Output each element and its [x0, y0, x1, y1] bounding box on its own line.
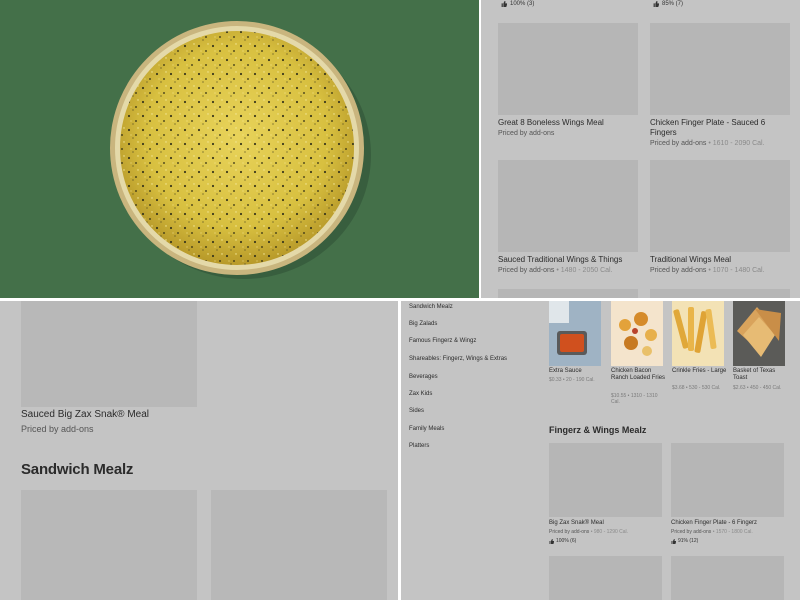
menu-item-price: Priced by add-ons • 1570 - 1800 Cal. — [671, 529, 753, 535]
menu-item-price: Priced by add-ons • 1070 - 1480 Cal. — [650, 267, 765, 274]
menu-item-image[interactable] — [671, 556, 784, 600]
menu-item-price: Priced by add-ons — [21, 424, 94, 434]
menu-item-image[interactable] — [650, 289, 790, 298]
menu-item-image[interactable] — [21, 490, 197, 600]
item-rating: 100% (3) — [501, 1, 534, 7]
side-item-title[interactable]: Basket of Texas Toast — [733, 368, 789, 382]
menu-item-image[interactable] — [549, 443, 662, 517]
side-item-title[interactable]: Chicken Bacon Ranch Loaded Fries — [611, 368, 667, 382]
side-item-title[interactable]: Extra Sauce — [549, 368, 605, 375]
category-nav-item[interactable]: Zax Kids — [409, 391, 432, 397]
menu-item-image[interactable] — [549, 556, 662, 600]
menu-item-title[interactable]: Sauced Big Zax Snak® Meal — [21, 409, 149, 420]
side-item-title[interactable]: Crinkle Fries - Large — [672, 368, 728, 375]
category-nav-item[interactable]: Sandwich Mealz — [409, 304, 453, 310]
category-nav-item[interactable]: Shareables: Fingerz, Wings & Extras — [409, 356, 507, 362]
menu-item-title[interactable]: Chicken Finger Plate - 6 Fingerz — [671, 520, 757, 526]
menu-item-title[interactable]: Traditional Wings Meal — [650, 255, 795, 265]
thumbs-up-icon — [549, 538, 554, 544]
menu-item-title[interactable]: Great 8 Boneless Wings Meal — [498, 118, 643, 128]
menu-item-price: Priced by add-ons — [498, 130, 555, 137]
menu-item-price: Priced by add-ons • 1610 - 2090 Cal. — [650, 140, 765, 147]
side-item-price: $3.68 • 530 - 530 Cal. — [672, 385, 721, 391]
extra-sauce-photo[interactable] — [549, 301, 601, 366]
category-nav-item[interactable]: Beverages — [409, 374, 438, 380]
category-nav-item[interactable]: Big Zalads — [409, 321, 437, 327]
rating-label: 100% (6) — [556, 538, 577, 544]
category-nav-item[interactable]: Famous Fingerz & Wingz — [409, 338, 476, 344]
rating-label: 100% (3) — [510, 1, 535, 7]
menu-item-image[interactable] — [498, 23, 638, 115]
rating-label: 91% (12) — [678, 538, 699, 544]
menu-item-image[interactable] — [650, 160, 790, 252]
loaded-fries-photo[interactable] — [611, 301, 663, 366]
rating-label: 85% (7) — [662, 1, 684, 7]
menu-item-image[interactable] — [211, 490, 387, 600]
menu-item-image[interactable] — [498, 160, 638, 252]
item-rating: 100% (6) — [549, 538, 576, 544]
texas-toast-photo[interactable] — [733, 301, 785, 366]
menu-item-image[interactable] — [498, 289, 638, 298]
menu-item-image[interactable] — [21, 301, 197, 407]
thumbs-up-icon — [653, 1, 659, 7]
menu-item-image[interactable] — [650, 23, 790, 115]
crinkle-fries-photo[interactable] — [672, 301, 724, 366]
item-rating: 85% (7) — [653, 1, 683, 7]
side-item-price: $0.33 • 20 - 190 Cal. — [549, 377, 595, 383]
product-photo-panel — [0, 0, 479, 298]
section-heading: Fingerz & Wings Mealz — [549, 425, 647, 435]
thumbs-up-icon — [671, 538, 676, 544]
menu-item-image[interactable] — [671, 443, 784, 517]
section-heading: Sandwich Mealz — [21, 461, 134, 478]
menu-item-title[interactable]: Chicken Finger Plate - Sauced 6 Fingers — [650, 118, 782, 138]
menu-item-price: Priced by add-ons • 1480 - 2050 Cal. — [498, 267, 613, 274]
seasoning-bowl-image — [110, 21, 371, 279]
menu-item-title[interactable]: Sauced Traditional Wings & Things — [498, 255, 643, 265]
menu-item-price: Priced by add-ons • 980 - 1290 Cal. — [549, 529, 629, 535]
menu-category-panel: Sandwich Mealz Big Zalads Famous Fingerz… — [401, 301, 800, 600]
category-nav-item[interactable]: Family Meals — [409, 426, 444, 432]
menu-detail-panel: Sauced Big Zax Snak® Meal Priced by add-… — [0, 301, 398, 600]
menu-item-title[interactable]: Big Zax Snak® Meal — [549, 520, 604, 526]
category-nav-item[interactable]: Sides — [409, 408, 424, 414]
item-rating: 91% (12) — [671, 538, 698, 544]
side-item-price: $10.55 • 1310 - 1310 Cal. — [611, 393, 658, 405]
menu-grid-panel: 100% (3) 85% (7) Great 8 Boneless Wings … — [481, 0, 800, 298]
thumbs-up-icon — [501, 1, 507, 7]
category-nav-item[interactable]: Platters — [409, 443, 429, 449]
side-item-price: $2.63 • 450 - 450 Cal. — [733, 385, 782, 391]
